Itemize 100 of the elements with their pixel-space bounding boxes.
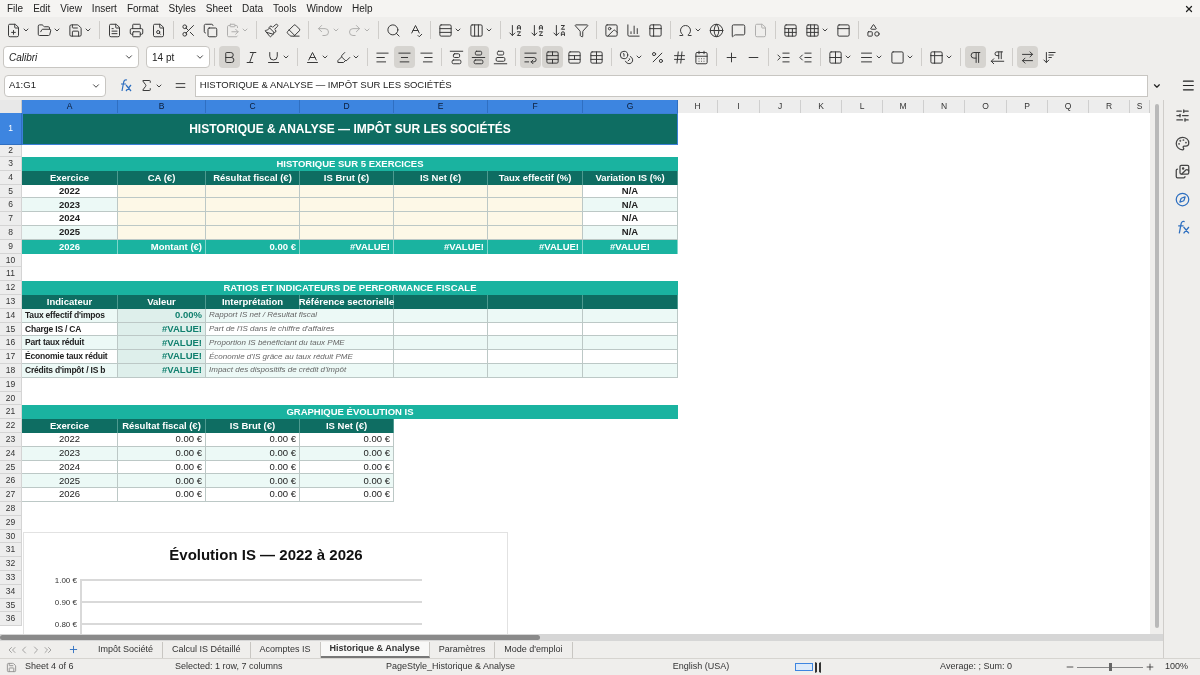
table-cell: Économie d'IS grâce au taux réduit PME: [206, 350, 394, 364]
sheet-tab[interactable]: Impôt Société: [89, 641, 164, 658]
column-header[interactable]: Q: [1048, 100, 1089, 113]
menu-item[interactable]: Sheet: [200, 1, 237, 16]
column-header[interactable]: B: [118, 100, 206, 113]
gallery-icon[interactable]: [1174, 164, 1190, 179]
properties-icon[interactable]: [1174, 108, 1190, 123]
text-direction-icon[interactable]: [1017, 46, 1038, 68]
table-cell: 2023: [22, 198, 118, 213]
row-header[interactable]: 26: [0, 474, 22, 489]
selection-status: Selected: 1 row, 7 columns: [175, 660, 284, 674]
column-header[interactable]: E: [394, 100, 488, 113]
page-style: PageStyle_Historique & Analyse: [386, 660, 517, 674]
column-header[interactable]: I: [718, 100, 760, 113]
column-header[interactable]: F: [488, 100, 583, 113]
row-header[interactable]: 17: [0, 350, 22, 364]
row-header[interactable]: 16: [0, 336, 22, 351]
menu-item[interactable]: Window: [301, 1, 347, 16]
name-box[interactable]: A1:G1: [4, 74, 106, 97]
menu-item[interactable]: View: [55, 1, 87, 16]
table-cell: Résultat fiscal (€): [118, 419, 206, 433]
sheet-tab[interactable]: Calcul IS Détaillé: [163, 641, 251, 658]
table-cell: 0.00 €: [300, 474, 394, 489]
table-cell: Part taux réduit: [22, 336, 118, 351]
column-header[interactable]: K: [801, 100, 842, 113]
table-cell: 0.00 €: [118, 488, 206, 502]
menu-item[interactable]: Insert: [86, 1, 122, 16]
column-header[interactable]: S: [1130, 100, 1150, 113]
zoom-level[interactable]: 100%: [1165, 660, 1189, 674]
section-heading: GRAPHIQUE ÉVOLUTION IS: [22, 405, 678, 420]
table-cell: 2024: [22, 212, 118, 226]
row-header[interactable]: 27: [0, 488, 22, 502]
table-cell: Économie taux réduit: [22, 350, 118, 364]
row-header[interactable]: 3: [0, 157, 22, 171]
row-header[interactable]: 22: [0, 419, 22, 433]
row-header[interactable]: 11: [0, 267, 22, 282]
row-header[interactable]: 21: [0, 405, 22, 420]
selection-mode-icon: [795, 663, 813, 671]
wrap-text-icon[interactable]: [520, 46, 541, 68]
row-header[interactable]: 31: [0, 543, 22, 558]
sheet-tab[interactable]: Acomptes IS: [250, 641, 321, 658]
row-header[interactable]: 6: [0, 198, 22, 213]
bold-icon[interactable]: [219, 46, 240, 68]
table-cell: 2026: [22, 488, 118, 502]
column-header[interactable]: J: [760, 100, 801, 113]
axis-tick-label: 0.90 €: [54, 598, 77, 607]
menu-item[interactable]: Help: [347, 1, 378, 16]
row-header[interactable]: 12: [0, 281, 22, 295]
row-header[interactable]: 32: [0, 557, 22, 571]
table-cell: IS Brut (€): [206, 419, 300, 433]
column-header[interactable]: N: [924, 100, 965, 113]
zoom-slider[interactable]: [1077, 663, 1143, 671]
sheet-count: Sheet 4 of 6: [25, 660, 75, 674]
menu-item[interactable]: Styles: [163, 1, 201, 16]
close-icon[interactable]: [1184, 3, 1194, 14]
sheet-tab[interactable]: Historique & Analyse: [320, 641, 430, 658]
column-header[interactable]: D: [300, 100, 394, 113]
menu-icon[interactable]: [1181, 78, 1196, 93]
table-cell: 2025: [22, 474, 118, 489]
table-cell: N/A: [583, 212, 678, 226]
zoom-in-icon[interactable]: [1145, 662, 1155, 672]
column-header[interactable]: R: [1089, 100, 1130, 113]
text-cursor-icon: [815, 661, 821, 673]
pilcrow-icon[interactable]: [965, 46, 986, 68]
language-status: English (USA): [671, 660, 731, 674]
formula-input[interactable]: HISTORIQUE & ANALYSE — IMPÔT SUR LES SOCIÉTÉS: [194, 74, 1148, 97]
font-size-field[interactable]: 14 pt: [146, 46, 210, 68]
row-header[interactable]: 36: [0, 612, 22, 627]
row-header[interactable]: 7: [0, 212, 22, 226]
column-header[interactable]: C: [206, 100, 300, 113]
sheet-tab[interactable]: Paramètres: [429, 641, 496, 658]
row-header[interactable]: 2: [0, 145, 22, 157]
column-header[interactable]: A: [22, 100, 118, 113]
merge-cells-icon[interactable]: [542, 46, 563, 68]
save-status-icon: [6, 661, 17, 673]
table-cell: #VALUE!: [118, 350, 206, 364]
menu-item[interactable]: Data: [236, 1, 269, 16]
align-center-icon[interactable]: [394, 46, 415, 68]
table-cell: #VALUE!: [118, 336, 206, 351]
row-header[interactable]: 1: [0, 113, 22, 145]
menu-item[interactable]: File: [2, 1, 29, 16]
navigator-icon[interactable]: [1174, 192, 1190, 207]
column-header[interactable]: L: [842, 100, 883, 113]
menu-item[interactable]: Tools: [268, 1, 302, 16]
axis-tick-label: 0.80 €: [54, 620, 77, 629]
menu-item[interactable]: Format: [121, 1, 164, 16]
styles-icon[interactable]: [1174, 136, 1190, 151]
column-header[interactable]: H: [678, 100, 718, 113]
column-header[interactable]: O: [965, 100, 1007, 113]
column-header[interactable]: G: [583, 100, 678, 113]
horizontal-scrollbar[interactable]: [0, 634, 1163, 641]
column-header[interactable]: M: [883, 100, 924, 113]
table-cell: N/A: [583, 198, 678, 213]
font-name-field[interactable]: Calibri: [3, 46, 139, 68]
add-sheet-icon[interactable]: [68, 644, 79, 655]
zoom-thumb[interactable]: [1108, 663, 1112, 671]
align-middle-icon[interactable]: [468, 46, 489, 68]
column-header[interactable]: P: [1007, 100, 1048, 113]
menu-item[interactable]: Edit: [28, 1, 56, 16]
sheet-tab[interactable]: Mode d'emploi: [495, 641, 573, 658]
